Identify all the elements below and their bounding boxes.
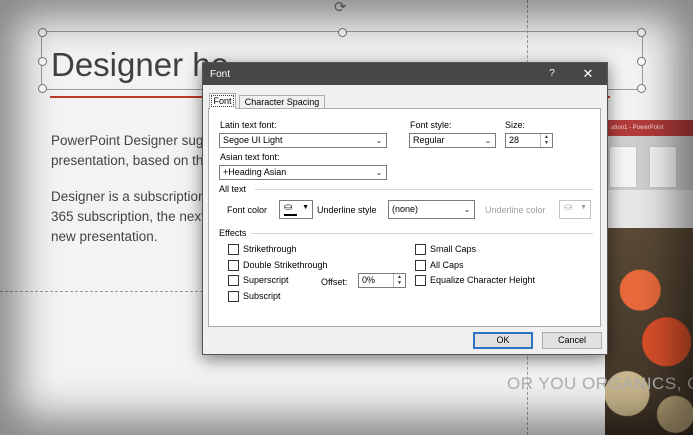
- organics-heading: OR YOU ORGANICS, C: [507, 374, 693, 393]
- close-icon[interactable]: ✕: [579, 66, 597, 82]
- resize-handle[interactable]: [637, 84, 646, 93]
- all-caps-label: All Caps: [430, 260, 464, 270]
- asian-font-label: Asian text font:: [220, 152, 280, 162]
- dialog-title: Font: [210, 69, 231, 80]
- all-text-label: All text: [219, 184, 247, 194]
- underline-style-combo[interactable]: (none) ⌄: [388, 200, 475, 219]
- underline-style-label: Underline style: [317, 205, 377, 215]
- font-style-label: Font style:: [410, 120, 452, 130]
- underline-color-button[interactable]: ⛀ ▼: [559, 200, 591, 219]
- dialog-title-bar[interactable]: Font ? ✕: [203, 63, 607, 85]
- strikethrough-checkbox[interactable]: [228, 244, 239, 255]
- paint-bucket-icon: ⛀: [284, 202, 293, 213]
- separator: [251, 233, 593, 234]
- font-color-label: Font color: [227, 205, 268, 215]
- font-color-button[interactable]: ⛀ ▼: [279, 200, 313, 219]
- rotate-icon[interactable]: ⟳: [334, 0, 347, 16]
- color-swatch: [284, 214, 297, 216]
- help-icon[interactable]: ?: [544, 66, 560, 82]
- chevron-down-icon[interactable]: ⌄: [371, 166, 386, 179]
- body-text-line: presentation, based on th: [51, 153, 204, 168]
- size-spinner[interactable]: 28 ▲ ▼: [505, 133, 553, 148]
- cancel-button[interactable]: Cancel: [542, 332, 602, 349]
- effects-label: Effects: [219, 228, 247, 238]
- equalize-height-checkbox[interactable]: [415, 275, 426, 286]
- superscript-label: Superscript: [243, 275, 289, 285]
- ok-button[interactable]: OK: [473, 332, 533, 349]
- chevron-down-icon[interactable]: ⌄: [371, 134, 386, 147]
- spin-down-icon[interactable]: ▼: [541, 140, 552, 146]
- font-dialog: Font ? ✕ Font Character Spacing Latin te…: [202, 62, 608, 355]
- small-caps-checkbox[interactable]: [415, 244, 426, 255]
- tab-character-spacing[interactable]: Character Spacing: [239, 95, 325, 109]
- offset-spin-buttons[interactable]: ▲ ▼: [393, 274, 405, 287]
- resize-handle[interactable]: [38, 28, 47, 37]
- asian-font-value: +Heading Asian: [223, 167, 287, 177]
- offset-spinner[interactable]: 0% ▲ ▼: [358, 273, 406, 288]
- underline-color-label: Underline color: [485, 205, 546, 215]
- underline-style-value: (none): [392, 204, 419, 214]
- tab-font[interactable]: Font: [209, 93, 236, 109]
- latin-font-combo[interactable]: Segoe UI Light ⌄: [219, 133, 387, 148]
- asian-font-combo[interactable]: +Heading Asian ⌄: [219, 165, 387, 180]
- vegetables-photo: [605, 228, 693, 435]
- superscript-checkbox[interactable]: [228, 275, 239, 286]
- size-label: Size:: [505, 120, 526, 130]
- resize-handle[interactable]: [338, 28, 347, 37]
- double-strikethrough-label: Double Strikethrough: [243, 260, 328, 270]
- chevron-down-icon[interactable]: ▼: [580, 204, 587, 211]
- equalize-height-label: Equalize Character Height: [430, 275, 536, 285]
- chevron-down-icon[interactable]: ▼: [302, 204, 309, 211]
- font-tab-panel: Latin text font: Font style: Size: Segoe…: [208, 108, 601, 327]
- design-thumbnail[interactable]: [609, 146, 637, 188]
- subscript-label: Subscript: [243, 291, 281, 301]
- resize-handle[interactable]: [637, 57, 646, 66]
- body-text-line: 365 subscription, the next: [51, 209, 205, 224]
- resize-handle[interactable]: [38, 84, 47, 93]
- resize-handle[interactable]: [38, 57, 47, 66]
- subscript-checkbox[interactable]: [228, 291, 239, 302]
- body-text-line: new presentation.: [51, 229, 158, 244]
- size-value: 28: [509, 135, 520, 145]
- body-text-line: Designer is a subscription: [51, 189, 206, 204]
- body-text-line: PowerPoint Designer sugg: [51, 133, 211, 148]
- all-caps-checkbox[interactable]: [415, 260, 426, 271]
- double-strikethrough-checkbox[interactable]: [228, 260, 239, 271]
- size-spin-buttons[interactable]: ▲ ▼: [540, 134, 552, 147]
- resize-handle[interactable]: [637, 28, 646, 37]
- offset-value: 0%: [362, 275, 376, 285]
- font-style-value: Regular: [413, 135, 445, 145]
- strikethrough-label: Strikethrough: [243, 244, 297, 254]
- chevron-down-icon[interactable]: ⌄: [480, 134, 495, 147]
- separator: [255, 189, 593, 190]
- tab-font-label: Font: [211, 95, 234, 107]
- offset-label: Offset:: [321, 277, 348, 287]
- paint-bucket-icon: ⛀: [564, 202, 573, 213]
- preview-title-bar: ation1 - PowerPoint: [605, 120, 693, 136]
- small-caps-label: Small Caps: [430, 244, 477, 254]
- spin-down-icon[interactable]: ▼: [394, 280, 405, 286]
- latin-font-value: Segoe UI Light: [223, 135, 283, 145]
- design-thumbnail[interactable]: [649, 146, 677, 188]
- chevron-down-icon[interactable]: ⌄: [459, 201, 474, 218]
- latin-font-label: Latin text font:: [220, 120, 277, 130]
- font-style-combo[interactable]: Regular ⌄: [409, 133, 496, 148]
- design-thumbnail-strip: ation1 - PowerPoint: [605, 120, 693, 190]
